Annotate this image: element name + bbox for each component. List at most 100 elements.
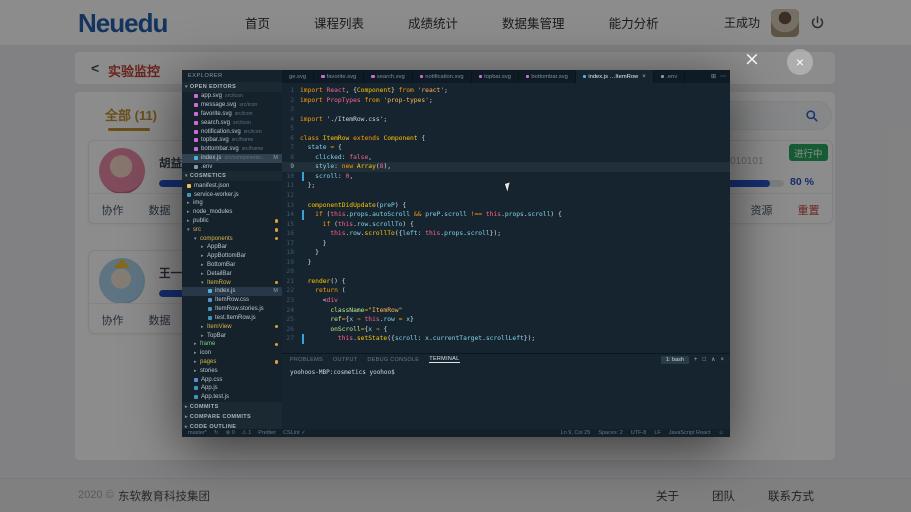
git-modified-dot [275,228,279,232]
terminal-panel: PROBLEMSOUTPUTDEBUG CONSOLETERMINAL 1: b… [282,353,730,429]
code-line: 12 [282,191,730,201]
code-text: className="ItemRow" [300,306,402,316]
student-screen-view[interactable]: EXPLORER ▾OPEN EDITORS app.svgsrc/iconme… [182,70,730,437]
code-line: 17 } [282,239,730,249]
file-name: ItemRow.css [215,297,249,303]
line-number: 22 [282,286,300,296]
folder-item: ▸ItemView [182,322,282,331]
code-line: 21 render() { [282,277,730,287]
code-line: 6class ItemRow extends Component { [282,134,730,144]
file-path: src/icon [233,120,251,126]
tab-label: index.js …ItemRow [588,74,638,80]
code-line: 7 state = { [282,143,730,153]
file-name: index.js [215,288,235,294]
code-line: 23 <div [282,296,730,306]
code-line: 8 clicked: false, [282,153,730,163]
file-name: DetailBar [207,271,232,277]
folder-item: ▾ItemRow [182,278,282,287]
folder-item: ▾components [182,234,282,243]
git-modified-dot [275,219,279,223]
css-file-icon [208,298,212,302]
code-text: scroll: 0, [300,172,353,182]
status-item: ↻ [214,430,219,436]
split-editor-icon: ⊞ [711,73,716,80]
code-line: 26 onScroll={x ⇒ { [282,325,730,335]
status-item: ⊗ 0 [226,430,235,436]
line-number: 20 [282,267,300,277]
open-editor-item: app.svgsrc/icon [182,92,282,101]
file-item: ItemRow.stories.js [182,305,282,314]
js-file-icon [194,156,198,160]
file-item: App.test.js [182,393,282,402]
code-text: import './ItemRow.css'; [300,115,387,125]
code-line: 1import React, {Component} from 'react'; [282,86,730,96]
code-text: this.setState({scroll: x.currentTarget.s… [300,334,535,344]
open-editor-item: notification.svgsrc/icon [182,127,282,136]
svg-file-icon [194,103,198,107]
line-number: 21 [282,277,300,287]
line-number: 7 [282,143,300,153]
code-text: } [300,239,327,249]
line-number: 15 [282,220,300,230]
file-name: index.js [201,155,221,161]
more-actions-icon: ⋯ [720,73,726,80]
sidebar-section: ▸COMPARE COMMITS [182,412,282,422]
panel-tab-terminal: TERMINAL [429,356,459,363]
modified-badge: M [273,155,278,161]
git-modified-dot [275,237,279,241]
editor-tab: index.js …ItemRow × [576,70,654,83]
file-name: stories [200,368,218,374]
file-name: AppBottomBar [207,253,246,259]
git-modified-dot [275,360,279,364]
open-editor-item: message.svgsrc/icon [182,101,282,110]
line-number: 26 [282,325,300,335]
svg-file-icon [194,130,198,134]
code-text: import PropTypes from 'prop-types'; [300,96,433,106]
panel-tab-debug-console: DEBUG CONSOLE [367,357,419,363]
file-path: src/icon [244,129,262,135]
viewer-close-button[interactable]: × [787,49,813,75]
line-number: 13 [282,201,300,211]
code-text: render() { [300,277,346,287]
line-number: 19 [282,258,300,268]
tab-label: notification.svg [425,74,463,80]
line-number: 17 [282,239,300,249]
file-name: src [193,227,201,233]
code-line: 18 } [282,248,730,258]
code-text: } [300,258,311,268]
js2-file-icon [187,193,191,197]
section-chevron-icon: ▸ [185,404,188,410]
status-item: UTF-8 [631,430,647,436]
editor-tab: ge.svg [282,70,314,83]
file-name: TopBar [207,333,226,339]
kill-terminal-icon: □ [702,357,706,363]
js2-file-icon [194,395,198,399]
file-name: ItemRow [207,280,231,286]
code-text: if (this.row.scrollTo) { [300,220,414,230]
sidebar-section: ▸CODE OUTLINE [182,422,282,429]
code-line: 16 this.row.scrollTo({left: this.props.s… [282,229,730,239]
code-editor: 1import React, {Component} from 'react';… [282,83,730,353]
line-number: 16 [282,229,300,239]
vscode-status-bar: master*↻⊗ 0⚠ 1PrettierCSLint ✓ Ln 9, Col… [182,429,730,437]
modal-close-icon[interactable]: × [744,50,760,69]
editor-tab: favorite.svg [314,70,364,83]
status-item: Spaces: 2 [598,430,622,436]
tab-close-icon: × [642,74,646,80]
section-chevron-icon: ▾ [185,173,188,179]
js-file-icon [583,75,587,79]
folder-item: ▸node_modules [182,208,282,217]
file-item: App.css [182,375,282,384]
file-name: icon [200,350,211,356]
code-text: if (this.props.autoScroll && preP.scroll… [300,210,562,220]
section-title: COMPARE COMMITS [190,414,251,420]
code-text: }; [300,181,315,191]
code-line: 4import './ItemRow.css'; [282,115,730,125]
code-text: return ( [300,286,346,296]
git-modified-dot [275,281,279,285]
env-file-icon [194,165,198,169]
svg-file-icon [526,75,530,79]
file-name: ItemRow.stories.js [215,306,264,312]
code-line: 25 ref={x ⇒ this.row = x} [282,315,730,325]
code-text: state = { [300,143,342,153]
